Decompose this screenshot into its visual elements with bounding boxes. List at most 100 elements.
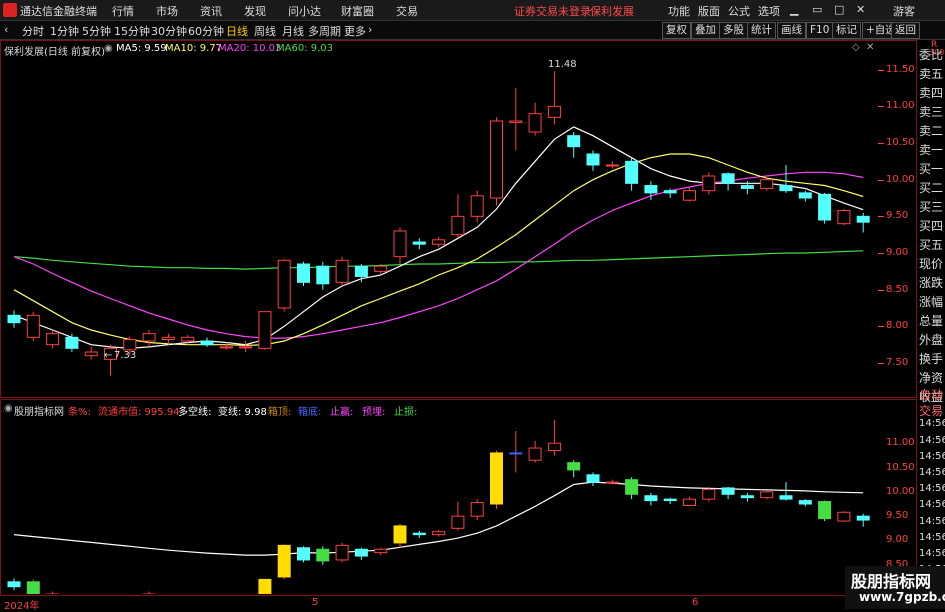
- sidebar-auto-trade[interactable]: 交易: [919, 402, 943, 419]
- period-tab-timeshare[interactable]: 分时: [22, 23, 44, 39]
- menu-item-discover[interactable]: 发现: [244, 3, 266, 19]
- indicator-chart[interactable]: [0, 414, 880, 594]
- chevron-left-icon[interactable]: ‹: [4, 23, 8, 36]
- sidebar-quote-item[interactable]: 买四: [919, 217, 943, 234]
- indicator-candle: [335, 542, 349, 563]
- sidebar-time-entry[interactable]: 14:56: [919, 499, 945, 510]
- candle: [335, 256, 349, 286]
- sidebar-time-entry[interactable]: 14:56: [919, 548, 945, 559]
- quote-sidebar: R 300 委比 卖五 卖四 卖三 卖二 卖一 买一 买二 买三 买四 买五 现价 涨跌 涨幅 总量 外盘 换手…: [917, 40, 945, 609]
- panel-close-icon[interactable]: ✕: [866, 42, 874, 53]
- sidebar-auto-trade[interactable]: 自动: [919, 386, 943, 403]
- period-tab-multi[interactable]: 多周期: [308, 23, 341, 39]
- settings-dot-icon[interactable]: ◉: [104, 43, 113, 54]
- indicator-candle-body: [586, 474, 600, 483]
- f10-button[interactable]: F10: [806, 22, 834, 39]
- sidebar-time-entry[interactable]: 14:56: [919, 483, 945, 494]
- sidebar-quote-item[interactable]: 现价: [919, 255, 943, 272]
- indicator-candle-body: [528, 447, 542, 461]
- indicator-candle: [586, 472, 600, 486]
- period-tab-weekly[interactable]: 周线: [254, 23, 276, 39]
- overlay-button[interactable]: 叠加: [691, 22, 720, 39]
- main-y-tick-mark: [878, 289, 884, 291]
- restore-icon[interactable]: ▭: [812, 3, 822, 16]
- statistics-button[interactable]: 统计: [747, 22, 776, 39]
- close-icon[interactable]: ✕: [856, 3, 865, 16]
- sidebar-time-entry[interactable]: 14:56: [919, 516, 945, 527]
- multi-stock-button[interactable]: 多股: [719, 22, 748, 39]
- sidebar-quote-item[interactable]: 买一: [919, 160, 943, 177]
- candle-body: [354, 265, 368, 277]
- sidebar-time-entry[interactable]: 14:56: [919, 467, 945, 478]
- minimize-icon[interactable]: ▁: [790, 3, 798, 16]
- candle-body: [393, 230, 407, 258]
- menu-item-formula[interactable]: 公式: [728, 3, 750, 19]
- menu-item-market[interactable]: 行情: [112, 3, 134, 19]
- indicator-candle-body: [567, 462, 581, 471]
- menu-item-news[interactable]: 资讯: [200, 3, 222, 19]
- back-button[interactable]: 返回: [891, 22, 920, 39]
- sidebar-quote-item[interactable]: 买二: [919, 179, 943, 196]
- sidebar-quote-item[interactable]: 涨幅: [919, 293, 943, 310]
- app-name: 通达信金融终端: [20, 5, 97, 18]
- indicator-candle-body: [605, 481, 619, 484]
- menu-item-exchange[interactable]: 市场: [156, 3, 178, 19]
- period-tab-daily[interactable]: 日线: [226, 23, 248, 39]
- expand-icon[interactable]: ◇: [852, 42, 860, 53]
- main-candlestick-chart[interactable]: [0, 55, 880, 385]
- mark-button[interactable]: 标记: [832, 22, 861, 39]
- trade-login-status[interactable]: 证券交易未登录: [514, 3, 591, 19]
- current-stock-name: 保利发展: [590, 5, 634, 18]
- main-y-tick: 9.00: [886, 247, 909, 258]
- period-tab-1min[interactable]: 1分钟: [50, 23, 79, 39]
- sidebar-quote-item[interactable]: 换手: [919, 350, 943, 367]
- indicator-candle: [644, 492, 658, 506]
- main-y-tick: 11.50: [886, 63, 915, 75]
- candle: [65, 333, 79, 352]
- guest-label[interactable]: 游客: [893, 3, 915, 19]
- draw-line-button[interactable]: 画线: [777, 22, 806, 39]
- candle-body: [663, 190, 677, 194]
- chevron-right-icon[interactable]: ›: [368, 23, 372, 36]
- indicator-settings-icon[interactable]: ◉: [4, 403, 13, 414]
- candle: [625, 157, 639, 191]
- sidebar-quote-item[interactable]: 卖三: [919, 103, 943, 120]
- period-tab-15min[interactable]: 15分钟: [114, 23, 150, 39]
- sidebar-quote-item[interactable]: 外盘: [919, 331, 943, 348]
- indicator-candle-body: [818, 501, 832, 520]
- sidebar-quote-item[interactable]: 总量: [919, 312, 943, 329]
- candle: [7, 310, 21, 328]
- menu-item-function[interactable]: 功能: [668, 3, 690, 19]
- sidebar-time-entry[interactable]: 14:56: [919, 435, 945, 446]
- period-tab-5min[interactable]: 5分钟: [82, 23, 111, 39]
- period-tab-monthly[interactable]: 月线: [282, 23, 304, 39]
- sidebar-quote-item[interactable]: 买五: [919, 236, 943, 253]
- adjust-button[interactable]: 复权: [662, 22, 691, 39]
- indicator-candle-body: [740, 495, 754, 499]
- menu-item-ask[interactable]: 问小达: [288, 3, 321, 19]
- sidebar-time-entry[interactable]: 14:56: [919, 451, 945, 462]
- menu-item-options[interactable]: 选项: [758, 3, 780, 19]
- sidebar-quote-item[interactable]: 卖四: [919, 84, 943, 101]
- maximize-icon[interactable]: □: [834, 3, 844, 16]
- sidebar-time-entry[interactable]: 14:56: [919, 418, 945, 429]
- top-menu-bar: 通达信金融终端 行情 市场 资讯 发现 问小达 财富圈 交易 证券交易未登录 保…: [0, 0, 945, 21]
- menu-item-layout[interactable]: 版面: [698, 3, 720, 19]
- period-tab-60min[interactable]: 60分钟: [188, 23, 224, 39]
- candle-body: [219, 346, 233, 349]
- period-tab-more[interactable]: 更多: [344, 23, 366, 39]
- indicator-candle-body: [451, 515, 465, 529]
- period-tab-30min[interactable]: 30分钟: [151, 23, 187, 39]
- sidebar-quote-item[interactable]: 卖五: [919, 65, 943, 82]
- menu-item-trade[interactable]: 交易: [396, 3, 418, 19]
- sidebar-quote-item[interactable]: 委比: [919, 46, 943, 63]
- sidebar-quote-item[interactable]: 买三: [919, 198, 943, 215]
- sidebar-quote-item[interactable]: 净资: [919, 369, 943, 386]
- sidebar-time-entry[interactable]: 14:56: [919, 532, 945, 543]
- sidebar-quote-item[interactable]: 涨跌: [919, 274, 943, 291]
- menu-item-wealth[interactable]: 财富圈: [341, 3, 374, 19]
- sidebar-quote-item[interactable]: 卖一: [919, 141, 943, 158]
- indicator-candle-body: [470, 502, 484, 517]
- candle: [837, 209, 851, 226]
- sidebar-quote-item[interactable]: 卖二: [919, 122, 943, 139]
